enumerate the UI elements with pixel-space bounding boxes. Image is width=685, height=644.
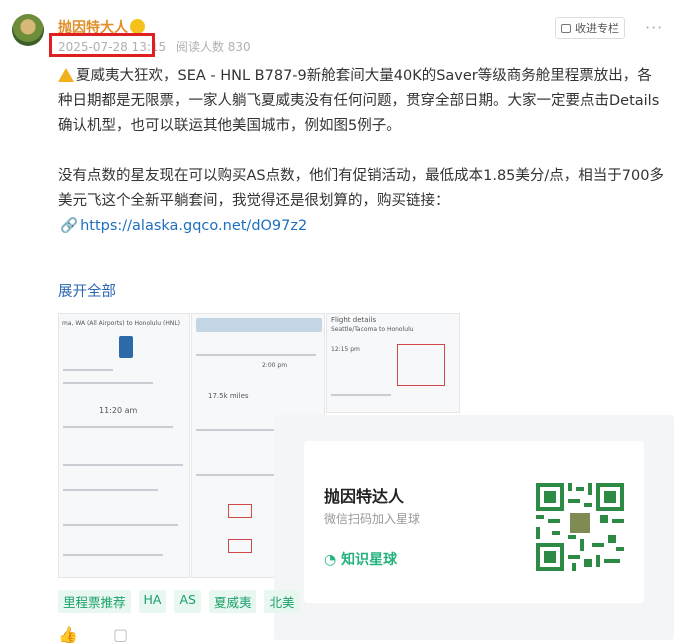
planet-brand: ◔ 知识星球 xyxy=(324,549,397,569)
timestamp-highlight-box xyxy=(49,33,155,57)
tag-item[interactable]: 里程票推荐 xyxy=(58,590,131,613)
qr-code-icon xyxy=(536,483,624,571)
link-icon: 🔗 xyxy=(60,218,79,234)
image-3-header: Flight details xyxy=(331,316,377,324)
paragraph-2-text: 没有点数的星友现在可以购买AS点数，他们有促销活动，最低成本1.85美分/点，相… xyxy=(58,168,664,209)
image-1-header: ma, WA (All Airports) to Honolulu (HNL) xyxy=(62,320,181,327)
smile-emoji-icon xyxy=(130,19,145,34)
post-image-3[interactable]: Flight details Seattle/Tacoma to Honolul… xyxy=(326,313,460,413)
image-1-time: 11:20 am xyxy=(99,406,138,415)
expand-all-link[interactable]: 展开全部 xyxy=(58,280,116,301)
warning-icon xyxy=(58,68,74,82)
more-options-icon[interactable]: ··· xyxy=(645,20,663,36)
image-3-sub: Seattle/Tacoma to Honolulu xyxy=(331,326,414,333)
read-count: 阅读人数 830 xyxy=(175,40,251,54)
qr-overlay-card: 抛因特达人 微信扫码加入星球 ◔ 知识星球 xyxy=(274,415,674,640)
like-icon[interactable]: 👍 xyxy=(58,625,78,644)
image-2-miles: 17.5k miles xyxy=(208,392,249,400)
qr-subtitle: 微信扫码加入星球 xyxy=(324,512,421,526)
tag-item[interactable]: AS xyxy=(174,590,201,613)
image-3-time: 12:15 pm xyxy=(331,346,360,353)
qr-title: 抛因特达人 xyxy=(324,487,405,506)
qr-inner-panel: 抛因特达人 微信扫码加入星球 ◔ 知识星球 xyxy=(304,441,644,603)
comment-icon[interactable]: ▢ xyxy=(113,625,128,644)
planet-brand-text: 知识星球 xyxy=(341,552,398,568)
post-body: 夏威夷大狂欢，SEA - HNL B787-9新舱套间大量40K的Saver等级… xyxy=(58,64,666,239)
post-image-1[interactable]: ma, WA (All Airports) to Honolulu (HNL) … xyxy=(58,313,190,578)
post-paragraph-2: 没有点数的星友现在可以购买AS点数，他们有促销活动，最低成本1.85美分/点，相… xyxy=(58,164,666,239)
post-actions: 👍 ▢ xyxy=(58,625,128,644)
bookmark-icon xyxy=(561,23,571,33)
planet-logo-icon: ◔ xyxy=(324,552,342,568)
tag-item[interactable]: 北美 xyxy=(264,590,300,613)
paragraph-1-text: 夏威夷大狂欢，SEA - HNL B787-9新舱套间大量40K的Saver等级… xyxy=(58,68,660,134)
author-avatar[interactable] xyxy=(12,14,44,46)
post-paragraph-1: 夏威夷大狂欢，SEA - HNL B787-9新舱套间大量40K的Saver等级… xyxy=(58,64,666,139)
collect-label: 收进专栏 xyxy=(575,22,619,35)
purchase-link[interactable]: https://alaska.gqco.net/dO97z2 xyxy=(80,218,307,234)
image-2-time: 2:00 pm xyxy=(262,362,288,369)
collect-to-column-button[interactable]: 收进专栏 xyxy=(555,17,625,39)
tag-item[interactable]: 夏威夷 xyxy=(208,590,257,613)
tag-item[interactable]: HA xyxy=(138,590,167,613)
tag-list: 里程票推荐 HA AS 夏威夷 北美 xyxy=(58,590,300,613)
